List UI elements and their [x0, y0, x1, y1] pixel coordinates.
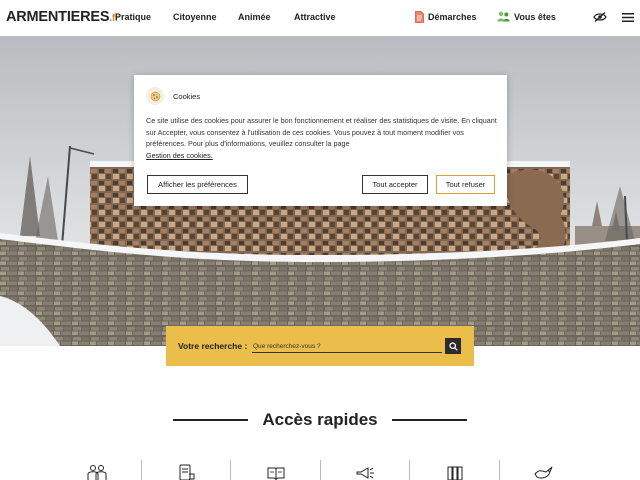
cookie-description: Ce site utilise des cookies pour assurer… — [146, 116, 497, 149]
cookie-policy-link[interactable]: Gestion des cookies. — [146, 151, 213, 160]
document-icon — [415, 11, 424, 23]
nav-item-pratique[interactable]: Pratique — [115, 12, 151, 22]
people-icon — [497, 11, 510, 22]
mobile-document-icon[interactable] — [177, 464, 197, 480]
quick-access-title: Accès rapides — [262, 410, 378, 429]
search-label: Votre recherche : — [178, 341, 248, 351]
demarches-label: Démarches — [428, 12, 477, 22]
heading-rule-right — [391, 419, 467, 421]
quick-access-list — [50, 458, 590, 480]
vous-etes-link[interactable]: Vous êtes — [497, 11, 556, 22]
eye-slash-icon[interactable] — [593, 12, 607, 22]
search-icon — [448, 341, 458, 351]
bird-icon[interactable] — [534, 464, 554, 480]
separator — [230, 460, 231, 480]
separator — [320, 460, 321, 480]
vous-etes-label: Vous êtes — [514, 11, 556, 22]
separator — [141, 460, 142, 480]
search-bar: Votre recherche : — [166, 326, 474, 366]
separator — [499, 460, 500, 480]
nav-item-citoyenne[interactable]: Citoyenne — [173, 12, 217, 22]
cookie-dialog: Cookies Ce site utilise des cookies pour… — [134, 75, 507, 206]
heading-rule-left — [173, 419, 249, 421]
cookie-header: Cookies — [146, 87, 200, 105]
show-preferences-button[interactable]: Afficher les préférences — [147, 175, 248, 194]
search-button[interactable] — [445, 338, 461, 354]
menu-icon[interactable] — [622, 13, 634, 22]
search-input[interactable] — [252, 340, 442, 353]
site-logo[interactable]: ARMENTIERES.fr — [6, 9, 119, 25]
refuse-all-button[interactable]: Tout refuser — [436, 175, 495, 194]
logo-text: ARMENTIERES — [6, 9, 110, 25]
cookie-title: Cookies — [173, 91, 201, 101]
demarches-link[interactable]: Démarches — [415, 11, 477, 23]
megaphone-icon[interactable] — [355, 464, 375, 480]
site-header: ARMENTIERES.fr Pratique Citoyenne Animée… — [0, 0, 640, 36]
quick-access-heading: Accès rapides — [0, 408, 640, 432]
accept-all-button[interactable]: Tout accepter — [362, 175, 428, 194]
family-icon[interactable] — [87, 464, 107, 480]
cookie-icon — [146, 87, 164, 105]
separator — [409, 460, 410, 480]
nav-item-animee[interactable]: Animée — [238, 12, 271, 22]
library-icon[interactable] — [445, 464, 465, 480]
cookie-text: Ce site utilise des cookies pour assurer… — [146, 115, 498, 162]
cookie-glyph — [150, 91, 160, 101]
nav-item-attractive[interactable]: Attractive — [294, 12, 336, 22]
book-icon[interactable] — [266, 464, 286, 480]
